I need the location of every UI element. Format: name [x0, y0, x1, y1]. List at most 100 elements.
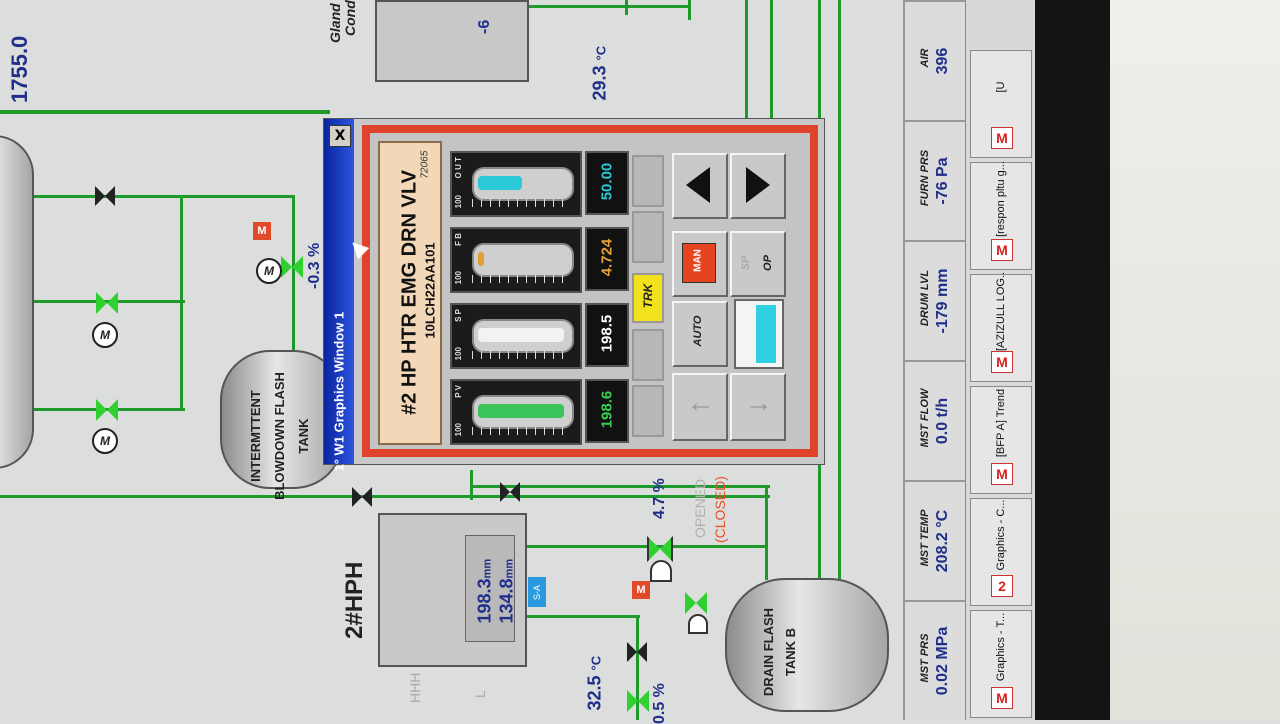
taskbar-item[interactable]: M [AZIZULL LOG...	[970, 271, 1032, 382]
lower-button[interactable]	[730, 153, 786, 219]
actuator	[688, 614, 708, 634]
status-label: MST FLOW	[919, 388, 931, 448]
value-text: 50.00	[598, 162, 616, 201]
green-valve[interactable]	[685, 592, 707, 614]
opened-label: OPENED	[692, 478, 708, 538]
status-value: 208.2 °C	[934, 509, 951, 573]
flash-tank-label: INTERMTTENT BLOWDOWN FLASH TANK	[248, 372, 311, 500]
green-valve[interactable]	[647, 536, 673, 562]
hph-value-1: 198.3mm	[474, 558, 495, 624]
motor-icon: M	[256, 258, 282, 284]
status-led	[632, 385, 664, 437]
motor-icon: M	[92, 322, 118, 348]
tag-panel: #2 HP HTR EMG DRN VLV 10LCH22AA101 72065	[378, 141, 442, 445]
graphics-popup-window[interactable]: X 1° W1 Graphics Window 1 #2 HP HTR EMG …	[323, 118, 825, 472]
taskbar-label: [BFP A] Trend	[995, 388, 1007, 458]
bar-label: P V	[454, 385, 463, 398]
sp-bar: S P 100	[450, 303, 582, 369]
raise-button[interactable]	[672, 153, 728, 219]
pipe	[525, 545, 765, 548]
fast-lower-button[interactable]: ↓	[730, 373, 786, 441]
bar-ticks	[472, 427, 570, 435]
taskbar-label: Graphics - T...	[995, 612, 1007, 682]
pv-bar: P V 100	[450, 379, 582, 445]
sp-value: 198.5	[585, 303, 629, 367]
pipe	[292, 195, 295, 350]
taskbar-label: [U	[995, 81, 1007, 93]
pipe	[180, 195, 183, 410]
green-valve[interactable]	[96, 292, 118, 314]
pipe	[838, 0, 841, 580]
bar-fill	[478, 404, 564, 418]
out-bar: O U T 100	[450, 151, 582, 217]
bar-fill	[478, 252, 484, 266]
auto-label: AUTO	[692, 315, 704, 347]
status-value: 0.02 MPa	[934, 626, 951, 696]
title-bar[interactable]: X 1° W1 Graphics Window 1	[324, 119, 354, 472]
drain-flash-tank	[725, 578, 889, 712]
output-gauge	[734, 299, 784, 369]
trk-label: TRK	[641, 283, 655, 309]
gland-label-2: Cond	[342, 0, 358, 36]
green-valve[interactable]	[96, 399, 118, 421]
gland-label: Gland	[327, 3, 343, 43]
bar-fill	[478, 176, 522, 190]
close-button[interactable]: X	[329, 125, 351, 147]
fast-raise-button[interactable]: ↑	[672, 373, 728, 441]
bar-label: O U T	[454, 157, 463, 179]
bar-scale-max: 100	[454, 423, 463, 437]
pipe	[470, 470, 473, 500]
value-text: 198.5	[598, 314, 616, 353]
black-valve[interactable]	[352, 487, 372, 507]
taskbar-label: [AZIZULL LOG...	[995, 271, 1007, 351]
tag-id: 10LCH22AA101	[422, 242, 438, 339]
left-vessel	[0, 135, 34, 469]
m-icon[interactable]: M	[632, 581, 650, 599]
bottom-temp: 32.5 °C	[584, 655, 605, 711]
status-label: FURN PRS	[919, 149, 931, 207]
status-value: 396	[934, 47, 951, 75]
status-value: 0.0 t/h	[934, 397, 951, 445]
taskbar-item[interactable]: M [U	[970, 50, 1032, 158]
status-cell: MST PRS 0.02 MPa	[905, 600, 967, 722]
status-led	[632, 211, 664, 263]
value-text: 4.724	[598, 238, 616, 277]
top-valve-pct: -0.3 %	[306, 242, 323, 289]
triangle-down-icon	[746, 167, 770, 203]
bar-ticks	[472, 275, 570, 283]
top-box	[375, 0, 529, 82]
pipe	[625, 0, 628, 15]
taskbar-item[interactable]: M [respon pltu g...	[970, 161, 1032, 270]
status-value: -76 Pa	[934, 157, 951, 205]
faceplate: #2 HP HTR EMG DRN VLV 10LCH22AA101 72065…	[370, 133, 810, 449]
man-button[interactable]: MAN	[672, 231, 728, 297]
value-text: 198.6	[598, 390, 616, 429]
pipe	[765, 485, 768, 580]
auto-button[interactable]: AUTO	[672, 301, 728, 367]
sp-label: SP	[740, 255, 752, 271]
top-box-value: -6	[476, 19, 493, 34]
m-icon[interactable]: M	[253, 222, 271, 240]
taskbar-item[interactable]: M [BFP A] Trend	[970, 386, 1032, 494]
status-label: AIR	[919, 48, 931, 68]
status-cell: FURN PRS -76 Pa	[905, 120, 967, 242]
taskbar: M Graphics - T... 2 Graphics - C... M [BFP A]…	[965, 0, 1036, 720]
pipe	[0, 110, 330, 114]
hhh-label: HHH	[407, 672, 423, 703]
black-valve[interactable]	[95, 186, 115, 206]
bar-scale-max: 100	[454, 195, 463, 209]
app-icon: 2	[991, 575, 1013, 597]
bar-fill	[478, 328, 564, 342]
sp-op-button[interactable]: SP OP	[730, 231, 786, 297]
tag-description: #2 HP HTR EMG DRN VLV	[398, 170, 421, 415]
status-cell: DRUM LVL -179 mm	[905, 240, 967, 362]
bar-track	[472, 243, 574, 277]
pipe	[525, 615, 640, 618]
output-gauge-fill	[756, 305, 776, 363]
pipe	[636, 615, 639, 720]
taskbar-item[interactable]: M Graphics - T...	[970, 610, 1032, 718]
trk-indicator: TRK	[632, 273, 664, 323]
hph-label: 2#HPH	[341, 561, 368, 639]
taskbar-item[interactable]: 2 Graphics - C...	[970, 498, 1032, 606]
valve-pct: 4.7 %	[651, 478, 668, 519]
